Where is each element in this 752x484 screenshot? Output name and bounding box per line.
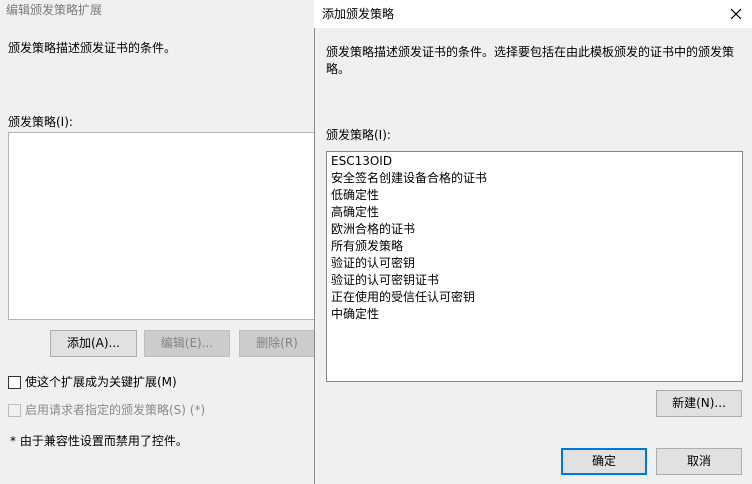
requester-policies-label: 启用请求者指定的颁发策略(S) (*)	[25, 403, 206, 417]
bg-dialog-title: 编辑颁发策略扩展	[6, 3, 103, 17]
list-item[interactable]: 验证的认可密钥证书	[331, 272, 439, 288]
ok-button[interactable]: 确定	[561, 448, 647, 475]
list-item[interactable]: 中确定性	[331, 306, 379, 322]
policies-label: 颁发策略(I):	[326, 128, 391, 142]
list-item[interactable]: 欧洲合格的证书	[331, 221, 415, 237]
list-item[interactable]: 安全签名创建设备合格的证书	[331, 170, 487, 186]
close-icon[interactable]	[726, 4, 746, 24]
list-item[interactable]: ESC13OID	[331, 153, 392, 169]
bg-description: 颁发策略描述颁发证书的条件。	[8, 41, 177, 55]
list-item[interactable]: 所有颁发策略	[331, 238, 403, 254]
dialog-title: 添加颁发策略	[322, 7, 395, 21]
critical-extension-checkbox[interactable]	[8, 376, 21, 389]
critical-extension-label[interactable]: 使这个扩展成为关键扩展(M)	[25, 374, 177, 390]
dialog-description-line1: 颁发策略描述颁发证书的条件。选择要包括在由此模板颁发的证书中的颁发策	[326, 45, 735, 59]
cancel-button[interactable]: 取消	[656, 448, 742, 475]
issuance-policies-list[interactable]: ESC13OID 安全签名创建设备合格的证书 低确定性 高确定性 欧洲合格的证书…	[326, 151, 743, 382]
list-item[interactable]: 验证的认可密钥	[331, 255, 415, 271]
requester-policies-checkbox	[8, 404, 21, 417]
edit-button: 编辑(E)...	[144, 330, 230, 357]
add-button[interactable]: 添加(A)...	[50, 330, 137, 357]
bg-policies-list[interactable]	[8, 132, 316, 320]
list-item[interactable]: 正在使用的受信任认可密钥	[331, 289, 475, 305]
new-policy-button[interactable]: 新建(N)...	[656, 390, 742, 417]
compat-note: * 由于兼容性设置而禁用了控件。	[10, 434, 188, 448]
list-item[interactable]: 高确定性	[331, 204, 379, 220]
list-item[interactable]: 低确定性	[331, 187, 379, 203]
bg-policies-label: 颁发策略(I):	[8, 115, 73, 129]
dialog-description-line2: 略。	[326, 62, 351, 76]
remove-button: 删除(R)	[239, 330, 315, 357]
